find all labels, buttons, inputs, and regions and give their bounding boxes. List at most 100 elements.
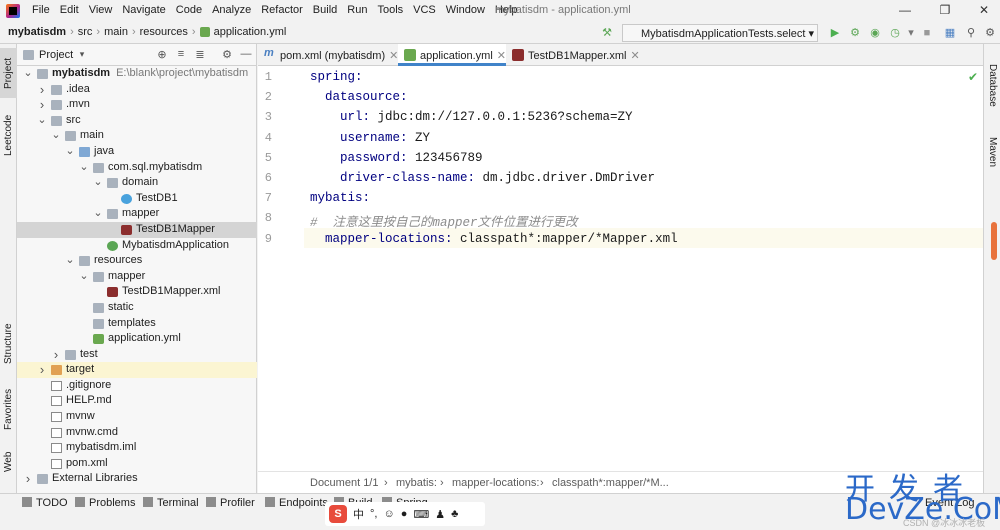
inspection-ok-icon[interactable]: ✔ [968,70,978,84]
run-icon[interactable]: ▶ [828,26,842,40]
tree-node[interactable]: TestDB1Mapper.xml [17,284,257,300]
tree-node[interactable]: › .idea [17,82,257,98]
tree-node[interactable]: mvnw [17,409,257,425]
tree-node[interactable]: pom.xml [17,456,257,472]
menu-refactor[interactable]: Refactor [256,4,308,16]
tree-node[interactable]: ⌄ mapper [17,269,257,285]
microphone-icon[interactable]: ● [401,508,408,520]
menu-file[interactable]: File [27,4,55,16]
tab-testdb1mapper-xml[interactable]: TestDB1Mapper.xml ✕ [506,44,640,66]
run-configuration-select[interactable]: MybatisdmApplicationTests.select ▾ [622,24,818,42]
chevron-down-icon[interactable]: ⌄ [51,128,61,144]
chevron-down-icon[interactable]: ⌄ [79,160,89,176]
status-mapper-locations[interactable]: mapper-locations: [452,477,539,489]
menu-analyze[interactable]: Analyze [207,4,256,16]
tab-database[interactable]: Database [984,50,1000,120]
tree-node[interactable]: MybatisdmApplication [17,238,257,254]
tab-application-yml[interactable]: application.yml ✕ [398,44,506,66]
menu-navigate[interactable]: Navigate [117,4,170,16]
tree-node[interactable]: templates [17,316,257,332]
code-line[interactable]: datasource: [310,90,408,104]
tool-terminal[interactable]: Terminal [143,497,199,509]
code-editor[interactable]: 1 2 3 4 5 6 7 8 9 spring: datasource: url: jdbc:… [258,66,983,471]
tool-endpoints[interactable]: Endpoints [265,497,328,509]
close-icon[interactable]: ✕ [389,50,398,62]
chevron-down-icon[interactable]: ⌄ [79,269,89,285]
menu-window[interactable]: Window [441,4,490,16]
code-line[interactable]: # 注意这里按自己的mapper文件位置进行更改 [310,211,578,230]
close-icon[interactable]: ✕ [976,2,992,18]
hammer-icon[interactable]: ⚒ [600,26,614,40]
tool-problems[interactable]: Problems [75,497,135,509]
tree-node[interactable]: mybatisdm.iml [17,440,257,456]
menu-code[interactable]: Code [171,4,207,16]
debug-icon[interactable]: ⚙ [848,26,862,40]
code-line[interactable]: driver-class-name: dm.jdbc.driver.DmDriv… [310,171,655,185]
breadcrumb-resources[interactable]: resources [140,26,188,38]
maximize-icon[interactable]: ❐ [937,2,953,18]
user-icon[interactable]: ♟ [435,508,445,521]
tree-node[interactable]: ⌄ java [17,144,257,160]
tree-node[interactable]: .gitignore [17,378,257,394]
coverage-icon[interactable]: ◉ [868,26,882,40]
project-structure-icon[interactable]: ▦ [943,26,957,40]
minimize-icon[interactable]: — [897,2,913,18]
gear-icon[interactable]: ⚙ [220,48,234,62]
ime-mode-label[interactable]: 中 [353,506,364,522]
profile-icon[interactable]: ◷ [888,26,902,40]
breadcrumb-project[interactable]: mybatisdm [8,26,66,38]
tree-node[interactable]: mvnw.cmd [17,425,257,441]
tab-web[interactable]: Web [0,444,17,480]
menu-tools[interactable]: Tools [372,4,408,16]
tree-node[interactable]: › External Libraries [17,471,257,487]
settings-icon[interactable]: ⚙ [983,26,997,40]
code-line[interactable]: mybatis: [310,191,370,205]
tree-node[interactable]: › test [17,347,257,363]
chevron-down-icon[interactable]: ⌄ [93,175,103,191]
tab-project[interactable]: Project [0,48,17,98]
chevron-down-icon[interactable]: ⌄ [65,144,75,160]
menu-run[interactable]: Run [342,4,372,16]
skin-icon[interactable]: ♣ [451,508,458,520]
code-line[interactable]: mapper-locations: classpath*:mapper/*Map… [310,232,678,246]
ime-toolbar[interactable]: S 中 °, ☺ ● ⌨ ♟ ♣ [325,502,485,526]
tree-node[interactable]: ⌄ domain [17,175,257,191]
menu-build[interactable]: Build [308,4,342,16]
code-line[interactable]: username: ZY [310,131,430,145]
chevron-right-icon[interactable]: › [51,347,61,363]
tree-node[interactable]: ⌄ main [17,128,257,144]
tree-node[interactable]: application.yml [17,331,257,347]
tree-node[interactable]: HELP.md [17,393,257,409]
chevron-right-icon[interactable]: › [37,362,47,378]
code-line[interactable]: url: jdbc:dm://127.0.0.1:5236?schema=ZY [310,110,633,124]
tree-node[interactable]: ⌄ com.sql.mybatisdm [17,160,257,176]
chevron-down-icon[interactable]: ⌄ [23,66,33,82]
menu-edit[interactable]: Edit [55,4,84,16]
tree-node[interactable]: ⌄ resources [17,253,257,269]
punctuation-icon[interactable]: °, [370,508,377,520]
breadcrumb-file[interactable]: application.yml [214,26,287,38]
chevron-down-icon[interactable]: ⌄ [65,253,75,269]
tree-node[interactable]: ⌄ src [17,113,257,129]
chevron-down-icon[interactable]: ▾ [75,49,89,63]
menu-vcs[interactable]: VCS [408,4,441,16]
locate-icon[interactable]: ⊕ [155,48,169,62]
breadcrumb-main[interactable]: main [104,26,128,38]
chevron-down-icon[interactable]: ⌄ [93,206,103,222]
search-icon[interactable]: ⚲ [964,26,978,40]
status-document[interactable]: Document 1/1 [310,477,378,489]
tab-structure[interactable]: Structure [0,319,17,369]
tree-node[interactable]: ⌄ mybatisdm E:\blank\project\mybatisdm [17,66,257,82]
tree-node[interactable]: ⌄ mapper [17,206,257,222]
scrollbar-marker[interactable] [991,222,997,260]
tab-leetcode[interactable]: Leetcode [0,106,17,164]
tree-node[interactable]: › .mvn [17,97,257,113]
tab-pom-xml[interactable]: m pom.xml (mybatisdm) ✕ [258,44,398,66]
chevron-down-icon[interactable]: ⌄ [37,113,47,129]
tree-node[interactable]: TestDB1Mapper [17,221,257,238]
project-panel-title[interactable]: Project [39,49,73,61]
collapse-all-icon[interactable]: ≣ [193,48,207,62]
tree-node[interactable]: TestDB1 [17,191,257,207]
menu-view[interactable]: View [84,4,118,16]
tab-maven[interactable]: Maven [984,130,1000,174]
